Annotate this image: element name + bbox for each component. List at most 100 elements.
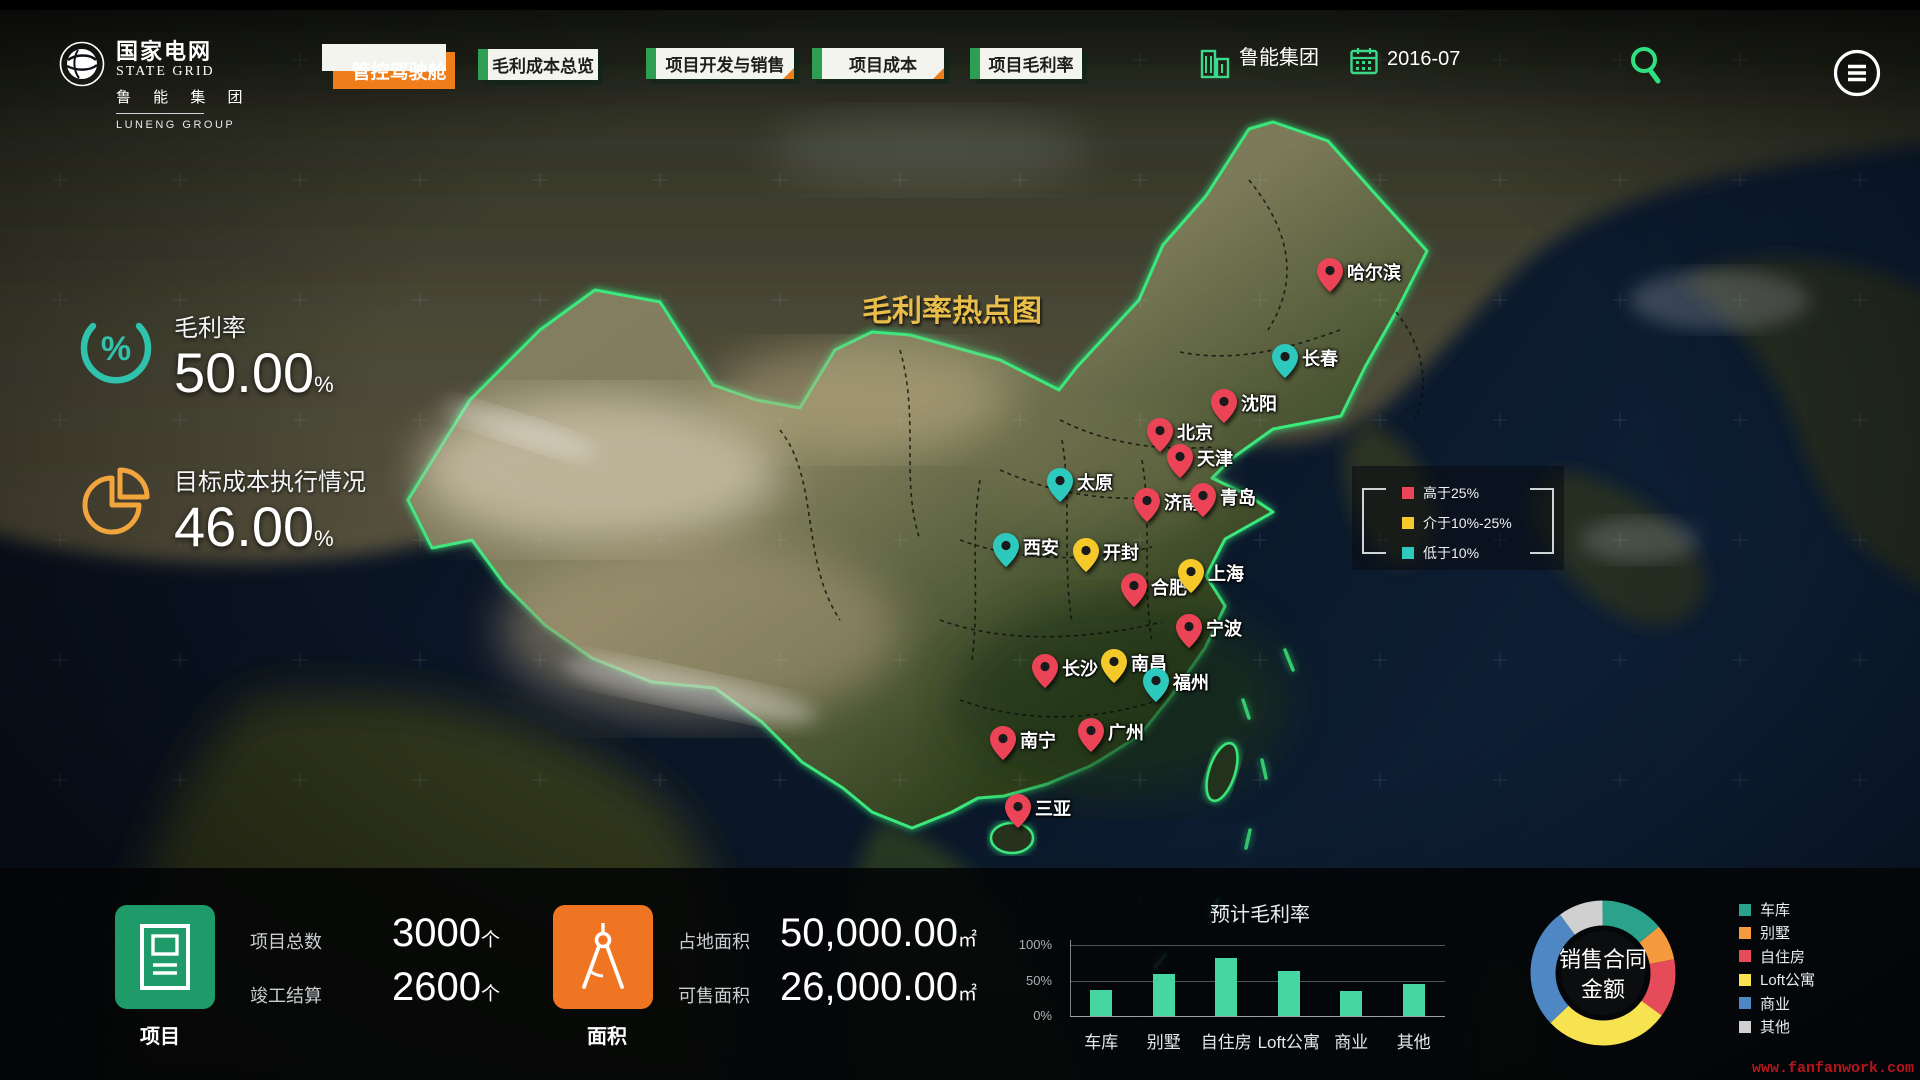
bar-chart-title: 预计毛利率 [1160,898,1360,927]
tab-corner-triangle-icon [933,68,944,79]
nav-tab-3[interactable]: 项目开发与销售 [646,48,794,79]
city-pin-福州[interactable] [1143,668,1169,702]
city-pin-合肥[interactable] [1121,573,1147,607]
legend-label: 介于10%-25% [1423,513,1512,533]
city-pin-name: 北京 [1177,419,1213,445]
city-pin-三亚[interactable] [1005,794,1031,828]
stat-label: 项目总数 [250,928,322,954]
city-pin-长沙[interactable] [1032,654,1058,688]
percent-gauge-icon: % [76,308,156,388]
legend-label: Loft公寓 [1760,969,1815,990]
bar-chart-ytick: 0% [1012,1008,1052,1023]
city-pin-长春[interactable] [1272,344,1298,378]
city-pin-name: 哈尔滨 [1347,259,1401,285]
map-legend: 高于25%介于10%-25%低于10% [1352,466,1564,570]
city-pin-青岛[interactable] [1190,483,1216,517]
kpi-unit: % [314,372,334,397]
bar-chart-baseline [1070,1016,1445,1017]
nav-tab-label: 项目成本 [839,51,917,76]
bar-Loft公寓 [1278,971,1300,1016]
kpi-value: 46.00 [174,495,314,558]
tab-green-accent [478,49,488,80]
city-pin-济南[interactable] [1134,488,1160,522]
legend-swatch [1739,950,1751,962]
group-name-en: LUNENG GROUP [116,119,252,131]
bottom-panel: 项目 项目总数3000个竣工结算2600个 面积 占地面积50,000.00㎡可… [0,868,1920,1080]
legend-label: 商业 [1760,993,1790,1014]
city-pin-name: 开封 [1103,539,1139,565]
tab-green-accent [812,48,822,79]
city-pin-name: 太原 [1077,469,1113,495]
org-selector-value: 鲁能集团 [1239,45,1319,71]
donut-center-label: 销售合同 金额 [1543,945,1663,1005]
city-pin-天津[interactable] [1167,444,1193,478]
city-pin-name: 广州 [1108,719,1144,745]
city-pin-上海[interactable] [1178,559,1204,593]
brand-name-cn: 国家电网 [116,40,252,64]
kpi-label: 毛利率 [174,308,334,343]
donut-legend-item: 自住房 [1739,946,1805,967]
stat-value: 3000个 [392,911,500,956]
legend-label: 别墅 [1760,922,1790,943]
legend-label: 高于25% [1423,483,1479,503]
stat-value: 26,000.00㎡ [780,965,977,1010]
date-selector[interactable]: 2016-07 [1350,46,1460,76]
nav-tab-1[interactable]: 管控驾驶舱 [333,52,455,89]
legend-swatch [1739,927,1751,939]
legend-label: 其他 [1760,1016,1790,1037]
bar-chart-ytick: 50% [1012,973,1052,988]
city-pin-哈尔滨[interactable] [1317,258,1343,292]
building-icon [1200,45,1230,79]
area-card-title: 面积 [587,1020,627,1049]
donut-legend-item: 其他 [1739,1016,1790,1037]
group-name-cn: 鲁 能 集 团 [116,89,252,106]
menu-icon[interactable] [1832,48,1882,98]
nav-tab-label: 管控驾驶舱 [341,57,446,84]
tab-corner-triangle-icon [783,68,794,79]
brand-name-en: STATE GRID [116,64,252,80]
city-pin-name: 青岛 [1220,484,1256,510]
bar-其他 [1403,984,1425,1016]
nav-tab-5[interactable]: 项目毛利率 [970,48,1082,79]
donut-legend-item: 车库 [1739,899,1790,920]
city-pin-太原[interactable] [1047,468,1073,502]
city-pin-name: 长春 [1302,345,1338,371]
city-pin-name: 宁波 [1206,615,1242,641]
nav-tab-2[interactable]: 毛利成本总览 [478,49,598,80]
bar-车库 [1090,990,1112,1016]
city-pin-name: 西安 [1023,534,1059,560]
city-pin-南昌[interactable] [1101,649,1127,683]
city-pin-name: 上海 [1208,560,1244,586]
donut-legend-item: 别墅 [1739,922,1790,943]
area-card-icon [553,905,653,1009]
city-pin-宁波[interactable] [1176,614,1202,648]
dashboard-stage: 国家电网 STATE GRID 鲁 能 集 团 LUNENG GROUP 管控驾… [0,0,1920,1080]
city-pin-西安[interactable] [993,533,1019,567]
kpi-target-cost: 目标成本执行情况 46.00% [74,462,366,569]
legend-swatch [1739,997,1751,1009]
bar-别墅 [1153,974,1175,1016]
compass-icon [574,921,632,993]
search-icon[interactable] [1626,44,1666,86]
org-selector[interactable]: 鲁能集团 [1200,45,1319,79]
nav-tab-4[interactable]: 项目成本 [812,48,944,79]
city-pin-沈阳[interactable] [1211,389,1237,423]
stat-label: 可售面积 [678,982,750,1008]
project-card-icon [115,905,215,1009]
map-legend-item: 介于10%-25% [1402,516,1512,530]
city-pin-南宁[interactable] [990,726,1016,760]
map-title: 毛利率热点图 [862,286,1042,330]
city-pin-广州[interactable] [1078,718,1104,752]
city-pin-开封[interactable] [1073,538,1099,572]
legend-swatch [1739,974,1751,986]
bar-自住房 [1215,958,1237,1016]
calendar-icon [1350,46,1378,76]
kpi-gross-margin: % 毛利率 50.00% [76,308,334,415]
bar-chart-gridline [1070,981,1445,982]
city-pin-name: 福州 [1173,669,1209,695]
bar-chart-yaxis [1070,940,1071,1016]
nav-tab-label: 项目开发与销售 [656,51,785,76]
nav-tab-label: 项目毛利率 [979,51,1074,76]
bar-商业 [1340,991,1362,1016]
legend-swatch [1402,487,1414,499]
